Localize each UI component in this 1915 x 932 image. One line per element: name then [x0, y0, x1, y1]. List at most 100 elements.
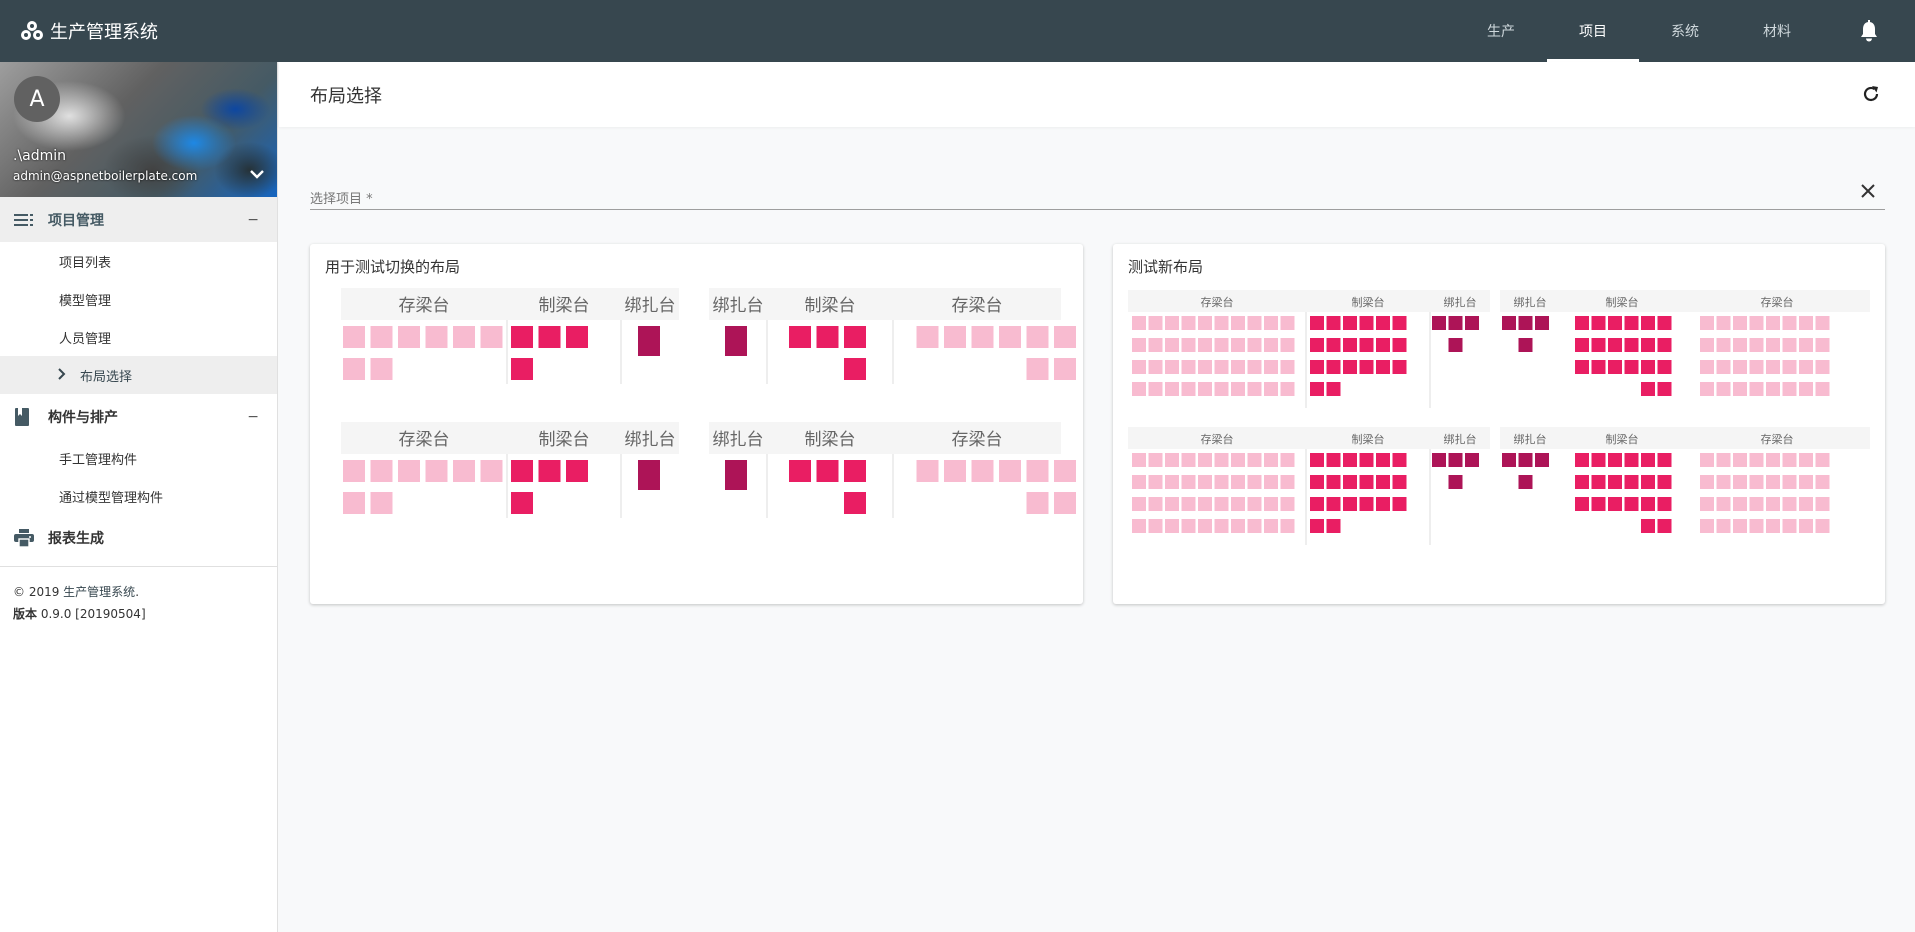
workstation-cell [1247, 338, 1262, 352]
workstation-cell [1359, 338, 1374, 352]
sidebar-item-manual-components[interactable]: 手工管理构件 [0, 439, 277, 477]
copyright-text: © 2019 [13, 585, 64, 599]
workstation-cell [1766, 519, 1780, 533]
nav-production[interactable]: 生产 [1455, 0, 1547, 62]
workstation-cell [1624, 497, 1639, 511]
workstation-cell [1641, 475, 1655, 489]
book-icon [14, 407, 34, 426]
workstation-cell [1700, 475, 1714, 489]
workstation-cell [1733, 382, 1747, 396]
workstation-cell [1766, 453, 1780, 467]
workstation-cell [1343, 338, 1357, 352]
workstation-cell [1782, 338, 1797, 352]
sidebar-footer: © 2019 生产管理系统. 版本 0.9.0 [20190504] [0, 567, 277, 639]
workstation-cell [1214, 519, 1229, 533]
workstation-cell [1657, 382, 1672, 396]
workstation-cell [1376, 497, 1390, 511]
workstation-cell [1392, 453, 1407, 467]
layout-card-switch-test[interactable]: 用于测试切换的布局 存梁台 制梁台 绑扎台 绑扎台 制梁台 存梁台 存梁台 制梁台 绑扎台 绑扎台… [310, 244, 1083, 604]
version-label: 版本 [13, 607, 38, 621]
workstation-cell [725, 326, 747, 356]
workstation-cell [1608, 475, 1622, 489]
brand[interactable]: 生产管理系统 [20, 18, 158, 44]
sidebar-item-personnel-management[interactable]: 人员管理 [0, 318, 277, 356]
top-nav-menu: 生产 项目 系统 材料 [1455, 0, 1915, 62]
workstation-cell [1815, 497, 1830, 511]
workstation-cell [1575, 497, 1589, 511]
nav-project[interactable]: 项目 [1547, 0, 1639, 62]
workstation-cell [1165, 475, 1179, 489]
footer-app-link[interactable]: 生产管理系统 [63, 585, 135, 599]
list-icon [14, 211, 34, 229]
workstation-cell [1376, 453, 1390, 467]
workstation-cell [1799, 475, 1813, 489]
workstation-cell [1214, 497, 1229, 511]
workstation-cell [944, 460, 966, 482]
refresh-icon[interactable] [1861, 84, 1881, 104]
workstation-cell [1264, 519, 1278, 533]
workstation-cell [1716, 497, 1731, 511]
workstation-cell [1132, 475, 1146, 489]
workstation-cell [1465, 453, 1479, 467]
notifications-button[interactable] [1823, 0, 1915, 62]
cubes-logo-icon [21, 21, 43, 40]
workstation-cell [1231, 497, 1245, 511]
sidebar: A .\admin admin@aspnetboilerplate.com 项目… [0, 62, 278, 932]
workstation-cell [1198, 382, 1212, 396]
section-header-label: 制梁台 [1352, 295, 1385, 309]
layout-diagram: 存梁台 制梁台 绑扎台 绑扎台 制梁台 存梁台存梁台 制梁台 绑扎台 绑扎台 制梁台 存梁台 [341, 288, 1076, 518]
workstation-cell [1264, 475, 1278, 489]
workstation-cell [1148, 519, 1163, 533]
page-title: 布局选择 [310, 85, 382, 107]
workstation-cell [1376, 475, 1390, 489]
close-icon[interactable] [1859, 182, 1877, 200]
workstation-cell [1782, 475, 1797, 489]
section-header-label: 制梁台 [539, 430, 590, 450]
collapse-icon[interactable]: − [247, 212, 259, 228]
workstation-cell [1343, 453, 1357, 467]
workstation-cell [1026, 326, 1049, 348]
workstation-cell [816, 326, 839, 348]
workstation-cell [1148, 497, 1163, 511]
collapse-icon[interactable]: − [247, 409, 259, 425]
workstation-cell [1165, 382, 1179, 396]
project-select[interactable]: 选择项目 * [310, 182, 1885, 210]
workstation-cell [1310, 475, 1324, 489]
sidebar-item-project-list[interactable]: 项目列表 [0, 242, 277, 280]
workstation-cell [1782, 453, 1797, 467]
workstation-cell [1392, 475, 1407, 489]
workstation-cell [1782, 497, 1797, 511]
workstation-cell [1575, 338, 1589, 352]
sidebar-item-model-management[interactable]: 模型管理 [0, 280, 277, 318]
section-header-label: 绑扎台 [1444, 295, 1477, 309]
workstation-cell [1749, 453, 1764, 467]
section-header-label: 绑扎台 [625, 296, 676, 316]
sidebar-item-model-components[interactable]: 通过模型管理构件 [0, 477, 277, 515]
sidebar-item-layout-selection[interactable]: 布局选择 [0, 356, 277, 394]
nav-materials[interactable]: 材料 [1731, 0, 1823, 62]
workstation-cell [1280, 382, 1295, 396]
workstation-cell [1181, 382, 1196, 396]
sidebar-group-report-generation[interactable]: 报表生成 [0, 515, 277, 560]
workstation-cell [844, 326, 866, 348]
layout-card-new-test[interactable]: 测试新布局 存梁台 制梁台 绑扎台 绑扎台 制梁台 存梁台 存梁台 制梁台 绑扎台 绑扎台 制梁台存… [1113, 244, 1885, 604]
workstation-cell [916, 326, 939, 348]
chevron-down-icon[interactable] [249, 166, 265, 182]
sidebar-group-project-management[interactable]: 项目管理 − [0, 197, 277, 242]
workstation-cell [1608, 497, 1622, 511]
workstation-cell [511, 326, 533, 348]
avatar[interactable]: A [14, 76, 60, 122]
workstation-cell [1214, 453, 1229, 467]
workstation-cell [1280, 453, 1295, 467]
workstation-cell [1247, 519, 1262, 533]
workstation-cell [370, 326, 393, 348]
sidebar-group-label: 构件与排产 [48, 409, 118, 426]
workstation-cell [538, 460, 561, 482]
sidebar-group-components-scheduling[interactable]: 构件与排产 − [0, 394, 277, 439]
section-header-label: 制梁台 [805, 296, 856, 316]
workstation-cell [1641, 382, 1655, 396]
nav-system[interactable]: 系统 [1639, 0, 1731, 62]
workstation-cell [1700, 453, 1714, 467]
workstation-cell [1815, 475, 1830, 489]
workstation-cell [1575, 475, 1589, 489]
